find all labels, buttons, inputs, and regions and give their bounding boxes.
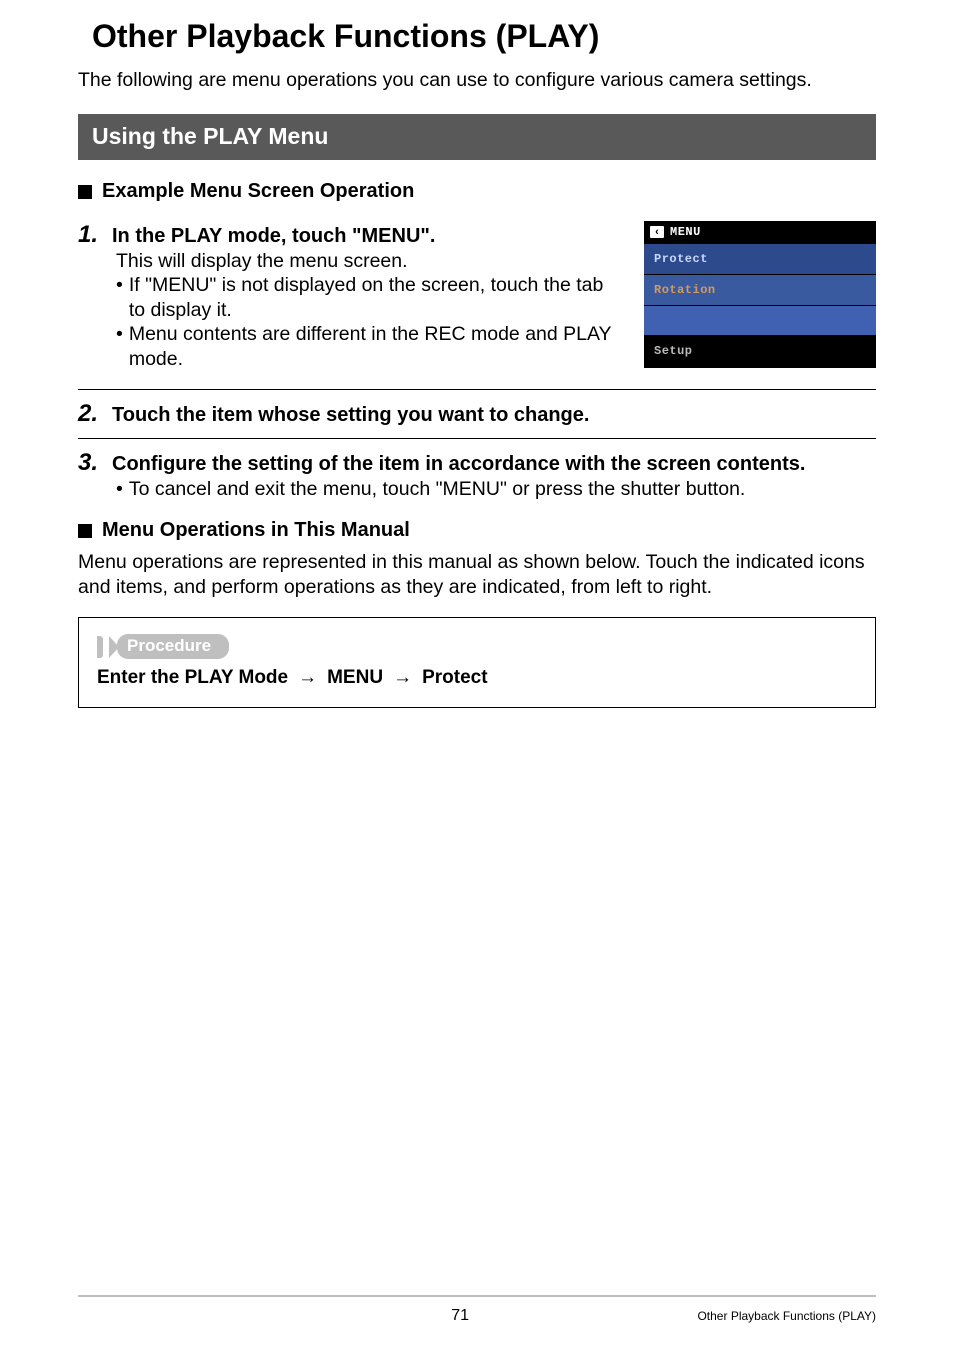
subheading-menu-ops: Menu Operations in This Manual [78, 519, 876, 542]
step-heading: Configure the setting of the item in acc… [112, 453, 805, 476]
menu-item-blank [644, 305, 876, 335]
step-heading: Touch the item whose setting you want to… [112, 404, 589, 427]
subheading-label: Example Menu Screen Operation [102, 180, 414, 203]
back-icon[interactable]: ‹ [650, 226, 664, 238]
step-3-line: 3. Configure the setting of the item in … [78, 449, 876, 477]
page: Other Playback Functions (PLAY) The foll… [0, 0, 954, 1357]
bullet-dot-icon: • [116, 273, 123, 322]
step-number: 2. [78, 400, 104, 428]
procedure-label-row: Procedure [97, 634, 857, 659]
arrow-right-icon: → [298, 667, 317, 689]
step-1-text: 1. In the PLAY mode, touch "MENU". This … [78, 221, 620, 379]
step-3: 3. Configure the setting of the item in … [78, 449, 876, 501]
page-number: 71 [78, 1307, 477, 1325]
menu-screenshot: ‹ MENU Protect Rotation Setup [644, 221, 876, 368]
menu-item-rotation[interactable]: Rotation [644, 274, 876, 305]
step-2: 2. Touch the item whose setting you want… [78, 400, 876, 428]
procedure-marker-icon [97, 636, 103, 658]
step-number: 1. [78, 221, 104, 249]
subheading-example-menu: Example Menu Screen Operation [78, 180, 876, 203]
procedure-part: Enter the PLAY Mode [97, 667, 288, 689]
procedure-label: Procedure [117, 634, 229, 659]
square-bullet-icon [78, 524, 92, 538]
procedure-part: Protect [422, 667, 487, 689]
bullet-text: If "MENU" is not displayed on the screen… [129, 273, 620, 322]
step-heading: In the PLAY mode, touch "MENU". [112, 225, 435, 248]
step-body: This will display the menu screen. [116, 249, 620, 273]
bullet-text: To cancel and exit the menu, touch "MENU… [129, 477, 746, 501]
step-number: 3. [78, 449, 104, 477]
bullet-dot-icon: • [116, 322, 123, 371]
bullet-item: • Menu contents are different in the REC… [116, 322, 620, 371]
footer-divider [78, 1295, 876, 1297]
intro-text: The following are menu operations you ca… [78, 69, 876, 92]
step-1: 1. In the PLAY mode, touch "MENU". This … [78, 221, 620, 371]
menu-item-protect[interactable]: Protect [644, 243, 876, 274]
step-1-bullets: • If "MENU" is not displayed on the scre… [116, 273, 620, 371]
step-2-line: 2. Touch the item whose setting you want… [78, 400, 876, 428]
menu-item-setup[interactable]: Setup [644, 335, 876, 366]
procedure-part: MENU [327, 667, 383, 689]
divider [78, 438, 876, 439]
bullet-item: • To cancel and exit the menu, touch "ME… [116, 477, 876, 501]
arrow-right-icon: → [393, 667, 412, 689]
procedure-box: Procedure Enter the PLAY Mode → MENU → P… [78, 617, 876, 708]
screenshot-header: ‹ MENU [644, 221, 876, 243]
page-footer: 71 Other Playback Functions (PLAY) [78, 1295, 876, 1325]
step-1-row: 1. In the PLAY mode, touch "MENU". This … [78, 221, 876, 379]
screenshot-header-label: MENU [670, 225, 701, 239]
page-title: Other Playback Functions (PLAY) [92, 18, 876, 55]
footer-section-label: Other Playback Functions (PLAY) [477, 1309, 876, 1323]
step-1-line: 1. In the PLAY mode, touch "MENU". [78, 221, 620, 249]
menu-ops-paragraph: Menu operations are represented in this … [78, 550, 876, 599]
bullet-item: • If "MENU" is not displayed on the scre… [116, 273, 620, 322]
bullet-text: Menu contents are different in the REC m… [129, 322, 620, 371]
step-3-bullets: • To cancel and exit the menu, touch "ME… [116, 477, 876, 501]
section-heading: Using the PLAY Menu [78, 114, 876, 160]
footer-row: 71 Other Playback Functions (PLAY) [78, 1307, 876, 1325]
subheading-label: Menu Operations in This Manual [102, 519, 410, 542]
square-bullet-icon [78, 185, 92, 199]
bullet-dot-icon: • [116, 477, 123, 501]
divider [78, 389, 876, 390]
procedure-steps: Enter the PLAY Mode → MENU → Protect [97, 667, 857, 689]
